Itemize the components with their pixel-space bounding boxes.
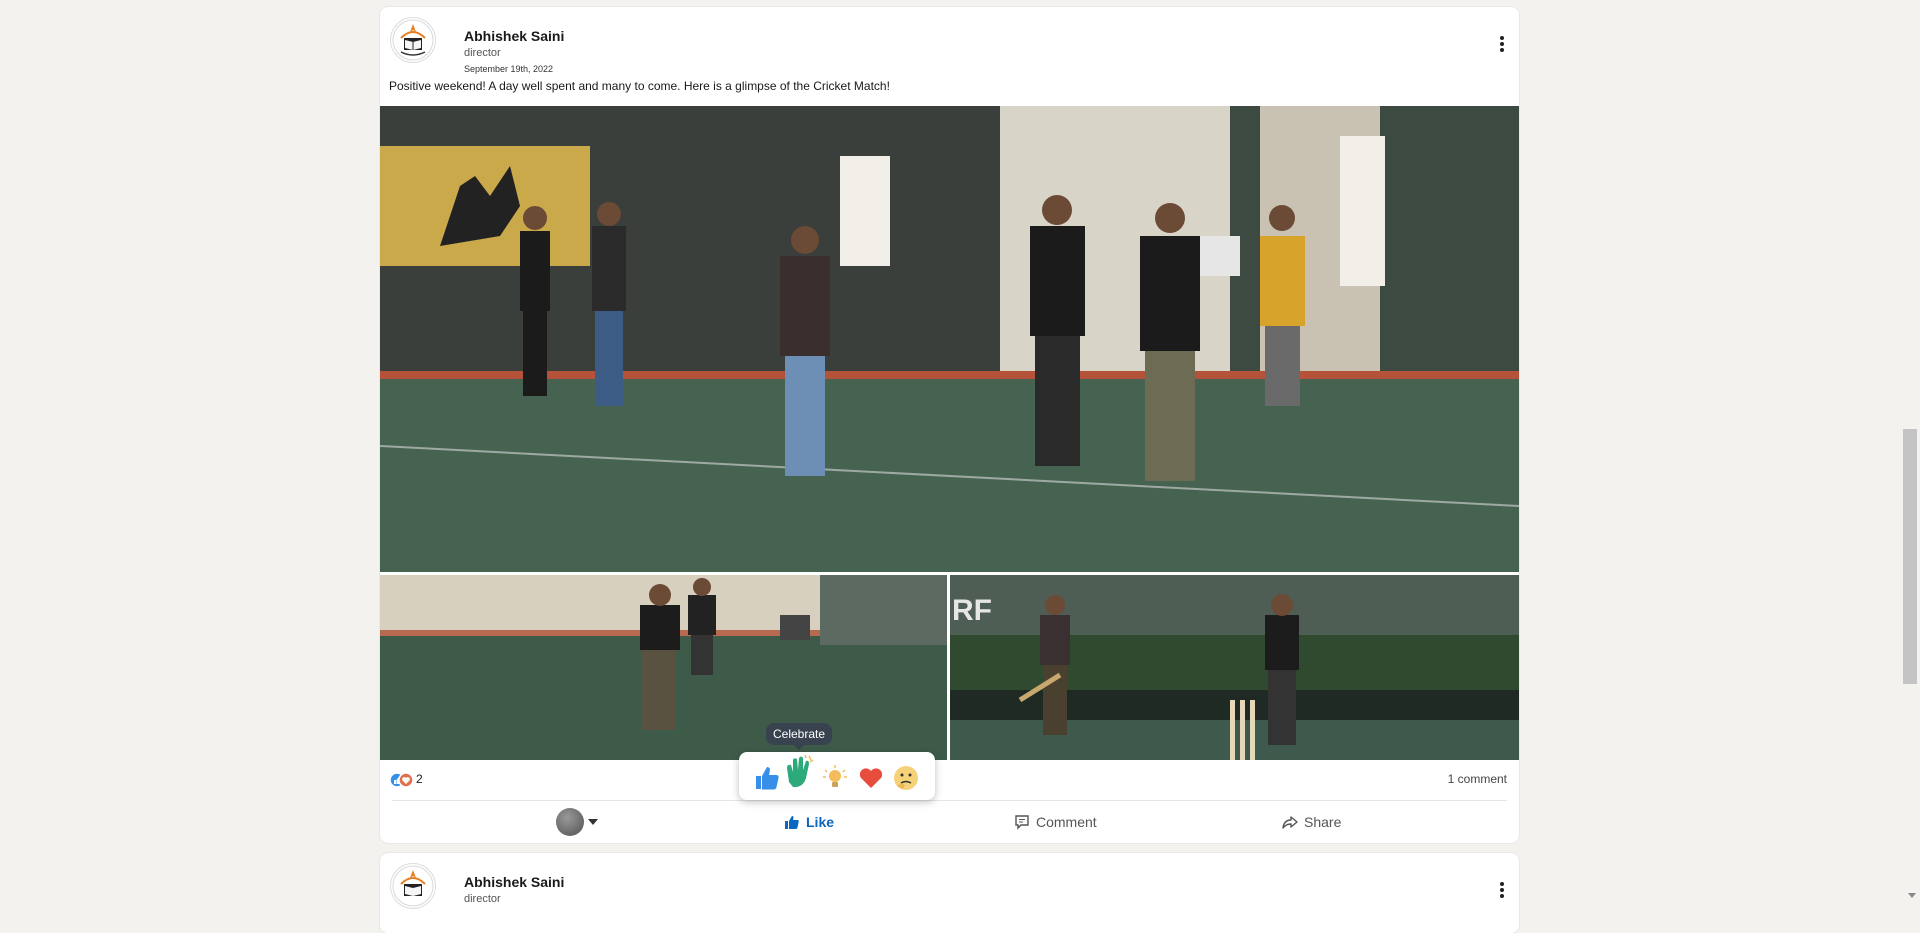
reaction-count[interactable]: 2 <box>416 772 423 786</box>
more-options-icon[interactable] <box>1497 35 1507 53</box>
love-icon[interactable] <box>857 764 885 792</box>
scrollbar-thumb[interactable] <box>1903 429 1917 684</box>
post-date: September 19th, 2022 <box>464 64 554 74</box>
post-photo-3[interactable]: RF <box>950 575 1519 760</box>
comment-button[interactable]: Comment <box>1014 804 1097 840</box>
chevron-down-icon <box>588 819 598 825</box>
reaction-summary-icon[interactable] <box>389 772 415 788</box>
comment-label: Comment <box>1036 814 1097 830</box>
share-button[interactable]: Share <box>1282 804 1341 840</box>
post-photo-main[interactable] <box>380 106 1519 572</box>
post-caption: Positive weekend! A day well spent and m… <box>389 79 890 93</box>
share-label: Share <box>1304 814 1342 830</box>
post-photo-2[interactable] <box>380 575 947 760</box>
insightful-icon[interactable] <box>821 764 849 792</box>
curious-icon[interactable] <box>892 764 920 792</box>
comments-count[interactable]: 1 comment <box>1448 772 1507 786</box>
scrollbar[interactable] <box>1900 0 1920 902</box>
reaction-picker <box>739 752 935 800</box>
reaction-tooltip: Celebrate <box>766 723 833 750</box>
scroll-down-icon[interactable] <box>1908 893 1916 898</box>
divider <box>392 800 1507 801</box>
post-social-counts: 2 1 comment <box>380 769 1519 791</box>
like-label: Like <box>806 814 835 830</box>
company-logo[interactable] <box>390 863 436 909</box>
feed-post: Abhishek Saini director <box>380 853 1519 933</box>
like-icon[interactable] <box>753 764 781 792</box>
share-icon <box>1282 816 1298 829</box>
feed-post: Abhishek Saini director September 19th, … <box>380 7 1519 843</box>
comment-icon <box>1015 815 1029 830</box>
post-author[interactable]: Abhishek Saini <box>464 28 564 44</box>
avatar <box>556 808 584 836</box>
celebrate-icon[interactable] <box>783 754 817 790</box>
like-button[interactable]: Like <box>784 804 834 840</box>
svg-text:RF: RF <box>952 594 992 627</box>
actor-selector[interactable] <box>556 808 598 836</box>
company-logo[interactable] <box>390 17 436 63</box>
like-icon <box>785 816 799 829</box>
author-role: director <box>464 893 501 905</box>
post-author[interactable]: Abhishek Saini <box>464 874 564 890</box>
post-actions: Like Comment Share <box>380 804 1519 840</box>
more-options-icon[interactable] <box>1497 881 1507 899</box>
author-role: director <box>464 47 501 59</box>
